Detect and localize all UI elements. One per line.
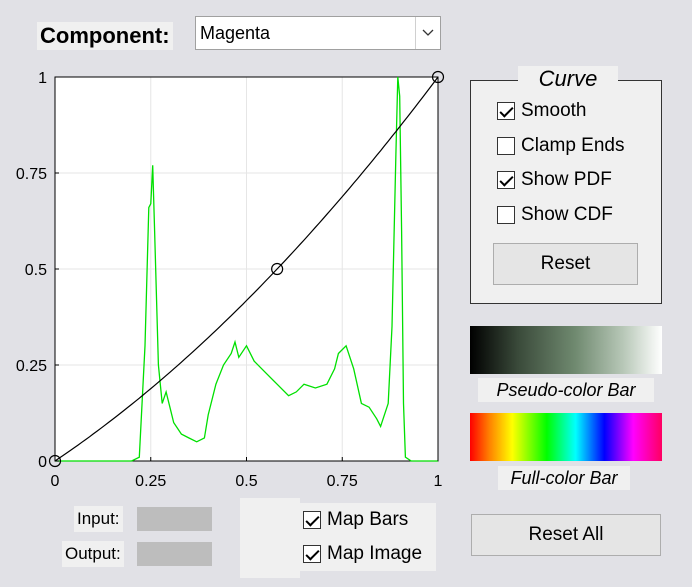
y-tick-label: 0.75 [16, 166, 47, 183]
y-tick-label: 0 [38, 454, 47, 471]
smooth-label: Smooth [521, 100, 587, 121]
reset-button[interactable]: Reset [493, 243, 638, 285]
input-label: Input: [74, 506, 123, 532]
empty-panel [240, 498, 300, 578]
component-label: Component: [37, 22, 173, 50]
clamp-ends-label: Clamp Ends [521, 135, 625, 156]
x-tick-label: 0 [51, 473, 60, 490]
output-field[interactable] [137, 542, 212, 566]
show-cdf-label: Show CDF [521, 204, 613, 225]
checkbox-box[interactable] [497, 171, 515, 189]
plot-grid [55, 77, 438, 461]
show-cdf-checkbox[interactable]: Show CDF [497, 201, 613, 229]
checkbox-box[interactable] [497, 206, 515, 224]
full-color-bar-label: Full-color Bar [498, 466, 630, 490]
map-image-label: Map Image [327, 543, 423, 564]
curve-plot[interactable]: 0 0.25 0.5 0.75 1 0 0.25 0.5 0.75 1 [0, 60, 460, 500]
y-tick-label: 1 [38, 70, 47, 87]
show-pdf-checkbox[interactable]: Show PDF [497, 166, 612, 194]
show-pdf-label: Show PDF [521, 169, 612, 190]
checkbox-box[interactable] [497, 137, 515, 155]
checkbox-box[interactable] [497, 102, 515, 120]
clamp-ends-checkbox[interactable]: Clamp Ends [497, 132, 625, 160]
reset-all-button[interactable]: Reset All [471, 514, 661, 556]
y-tick-label: 0.5 [25, 262, 47, 279]
component-dropdown-value: Magenta [200, 23, 271, 43]
map-image-checkbox[interactable]: Map Image [303, 540, 422, 568]
pseudo-color-bar [470, 326, 662, 374]
full-color-bar [470, 413, 662, 461]
output-label: Output: [62, 541, 124, 567]
map-bars-checkbox[interactable]: Map Bars [303, 506, 408, 534]
x-tick-label: 0.75 [327, 473, 358, 490]
y-tick-label: 0.25 [16, 358, 47, 375]
x-tick-label: 1 [434, 473, 443, 490]
smooth-checkbox[interactable]: Smooth [497, 97, 586, 125]
pseudo-color-bar-label: Pseudo-color Bar [478, 378, 654, 402]
input-field[interactable] [137, 507, 212, 531]
x-tick-label: 0.5 [235, 473, 257, 490]
x-tick-label: 0.25 [135, 473, 166, 490]
curve-panel-title: Curve [518, 66, 618, 92]
component-dropdown[interactable]: Magenta [195, 16, 441, 50]
chevron-down-icon[interactable] [415, 17, 440, 49]
checkbox-box[interactable] [303, 545, 321, 563]
checkbox-box[interactable] [303, 511, 321, 529]
map-bars-label: Map Bars [327, 509, 409, 530]
